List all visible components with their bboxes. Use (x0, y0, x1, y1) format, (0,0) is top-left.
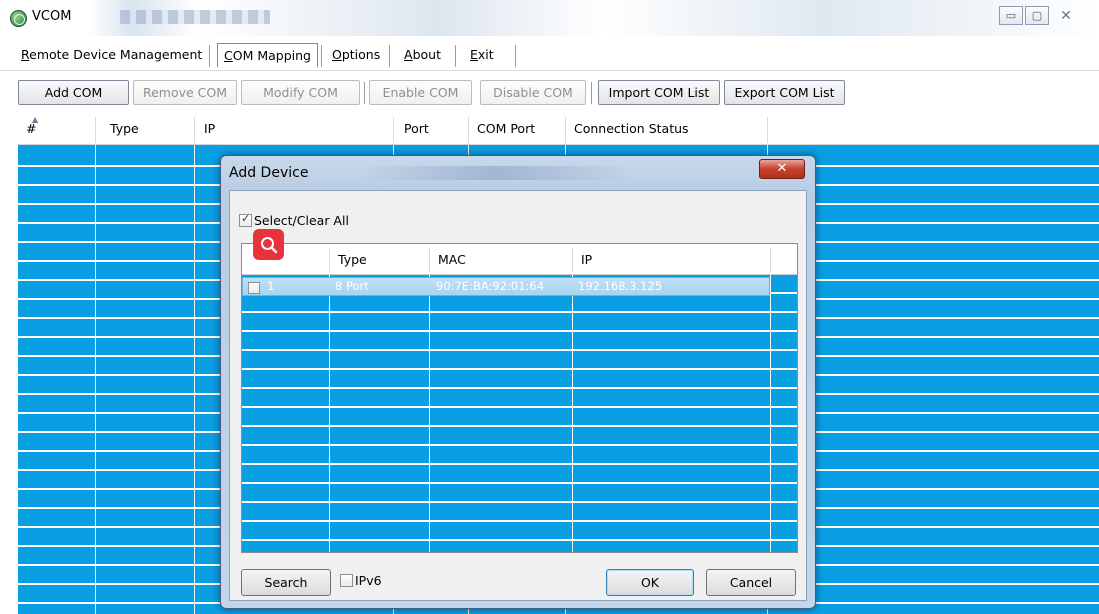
column-header-type[interactable]: Type (104, 113, 139, 145)
column-divider (194, 117, 195, 143)
select-clear-all-label: Select/Clear All (254, 213, 349, 228)
vcom-app-icon (10, 10, 27, 27)
blurred-title-area (361, 166, 631, 180)
menu-separator (321, 45, 322, 67)
column-header-mac[interactable]: MAC (432, 244, 466, 275)
minimize-icon[interactable]: ▭ (999, 6, 1023, 25)
com-list-header: ▲ # Type IP Port COM Port Connection Sta… (18, 113, 1099, 145)
grid-line (329, 275, 330, 552)
column-divider (95, 117, 96, 143)
add-device-dialog: Add Device ✕ Select/Clear All Type MAC I… (220, 155, 816, 609)
column-header-ip[interactable]: IP (198, 113, 215, 145)
menu-com-mapping[interactable]: COM Mapping (217, 43, 318, 67)
column-divider (767, 117, 768, 143)
column-header-com-port[interactable]: COM Port (471, 113, 535, 145)
device-row-number: 1 (267, 279, 275, 293)
column-divider (565, 117, 566, 143)
remove-com-button[interactable]: Remove COM (133, 80, 237, 105)
column-header-ip[interactable]: IP (575, 244, 592, 275)
column-header-connection-status[interactable]: Connection Status (568, 113, 689, 145)
menu-separator (389, 45, 390, 67)
dialog-close-button[interactable]: ✕ (759, 159, 805, 179)
close-icon: ✕ (776, 161, 788, 176)
device-row-type: 8 Port (335, 279, 369, 293)
close-icon[interactable]: ✕ (1051, 6, 1081, 25)
column-divider (393, 117, 394, 143)
search-button[interactable]: Search (241, 569, 331, 596)
ipv6-checkbox[interactable]: IPv6 (340, 572, 382, 588)
import-com-list-button[interactable]: Import COM List (598, 80, 720, 105)
export-com-list-button[interactable]: Export COM List (724, 80, 845, 105)
dialog-title: Add Device (229, 165, 309, 181)
menu-options[interactable]: Options (326, 43, 386, 67)
menu-about[interactable]: About (398, 43, 447, 67)
column-header-number[interactable]: # (20, 113, 36, 145)
menu-exit[interactable]: Exit (464, 43, 500, 67)
device-row-mac: 90:7E:BA:92:01:64 (436, 279, 545, 293)
grid-line (194, 145, 195, 614)
column-divider (468, 117, 469, 143)
toolbar-separator (364, 82, 365, 104)
column-divider (572, 248, 573, 272)
toolbar: Add COM Remove COM Modify COM Enable COM… (0, 71, 1099, 111)
device-list[interactable]: Type MAC IP 1 8 Port 90:7E:BA:92:01:64 1… (241, 243, 798, 553)
device-row[interactable]: 1 8 Port 90:7E:BA:92:01:64 192.168.3.125 (242, 277, 770, 296)
cancel-button[interactable]: Cancel (706, 569, 796, 596)
device-row-ip: 192.168.3.125 (578, 279, 663, 293)
enable-com-button[interactable]: Enable COM (369, 80, 472, 105)
search-icon (260, 236, 277, 253)
dialog-body: Select/Clear All Type MAC IP (229, 190, 807, 601)
select-clear-all-checkbox[interactable]: Select/Clear All (239, 212, 349, 228)
column-divider (329, 248, 330, 272)
add-com-button[interactable]: Add COM (18, 80, 129, 105)
menu-remote-device-management[interactable]: Remote Device Management (15, 43, 208, 67)
menu-separator (455, 45, 456, 67)
grid-line (572, 275, 573, 552)
checkbox-unchecked-icon[interactable] (340, 574, 353, 587)
window-controls: ▭ ▢ ✕ (999, 6, 1081, 25)
column-header-type[interactable]: Type (332, 244, 367, 275)
column-header-select[interactable] (244, 244, 250, 275)
grid-line (429, 275, 430, 552)
device-list-rows (242, 275, 797, 552)
ok-button[interactable]: OK (606, 569, 694, 596)
device-list-header: Type MAC IP (242, 244, 797, 275)
grid-line (770, 275, 771, 552)
column-divider (429, 248, 430, 272)
checkbox-checked-icon[interactable] (239, 212, 252, 227)
modify-com-button[interactable]: Modify COM (241, 80, 360, 105)
grid-line (95, 145, 96, 614)
maximize-icon[interactable]: ▢ (1025, 6, 1049, 25)
title-bar: VCOM ▭ ▢ ✕ (0, 0, 1099, 36)
blurred-title-area (120, 10, 270, 24)
column-divider (770, 248, 771, 272)
checkbox-unchecked-icon[interactable] (248, 281, 260, 294)
device-row-checkbox[interactable] (248, 279, 260, 296)
column-header-port[interactable]: Port (398, 113, 429, 145)
search-badge[interactable] (253, 229, 284, 260)
menu-separator (515, 45, 516, 67)
menu-bar: Remote Device Management COM Mapping Opt… (0, 36, 1099, 71)
toolbar-separator (591, 82, 592, 104)
window-title: VCOM (32, 9, 72, 24)
ipv6-label: IPv6 (355, 573, 382, 588)
disable-com-button[interactable]: Disable COM (480, 80, 586, 105)
menu-separator (209, 45, 210, 67)
